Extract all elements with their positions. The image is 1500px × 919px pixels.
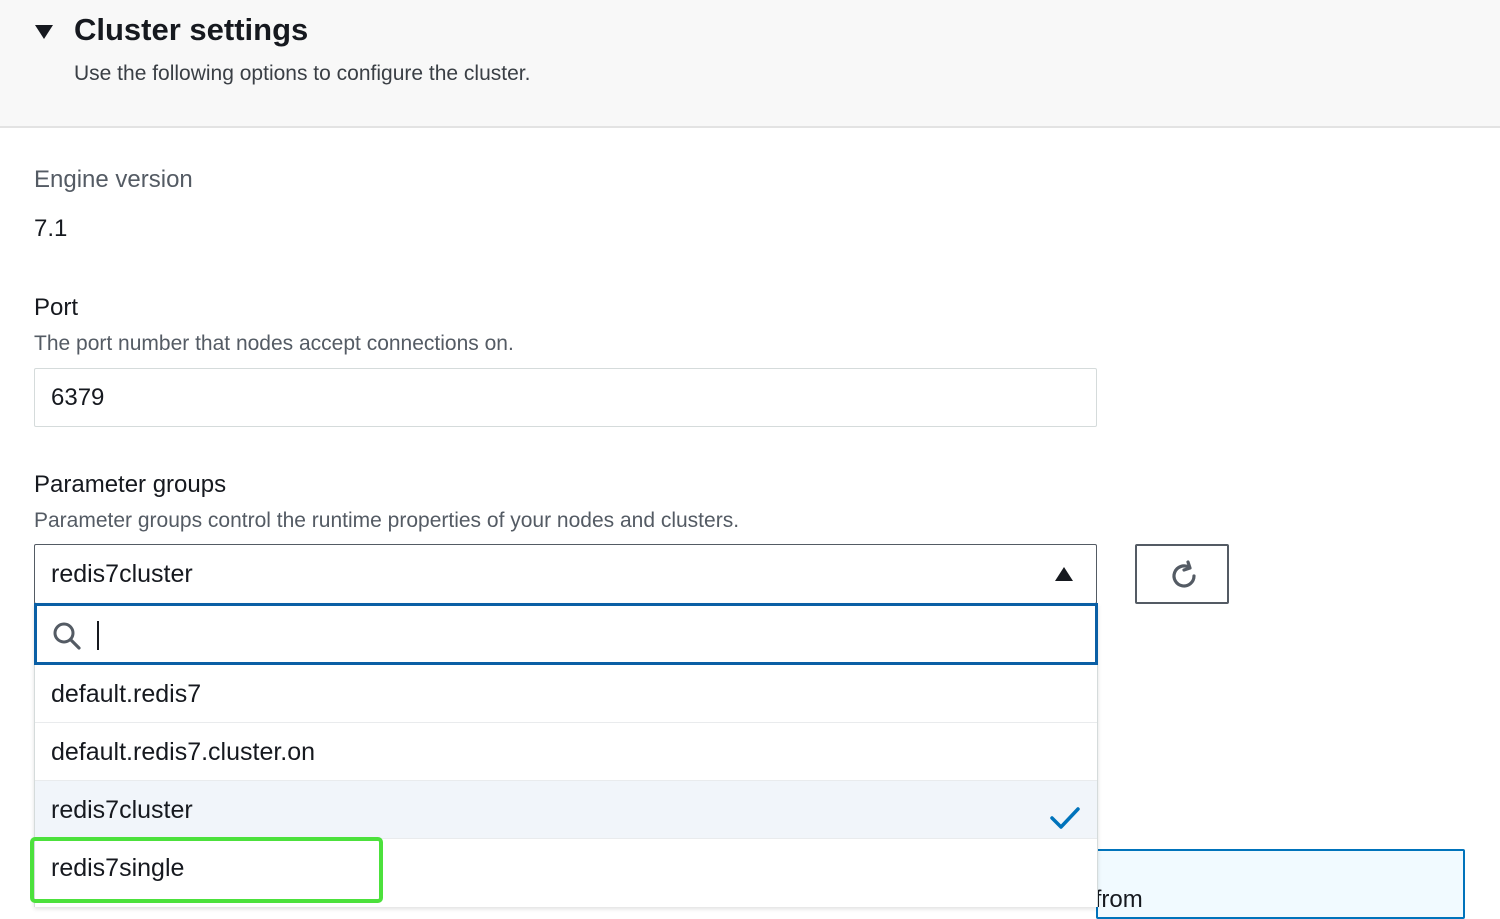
caret-up-icon	[1054, 566, 1074, 582]
engine-version-value: 7.1	[34, 215, 68, 242]
option-label: default.redis7	[51, 680, 202, 708]
parameter-groups-label: Parameter groups	[34, 471, 227, 498]
section-title: Cluster settings	[74, 12, 309, 47]
option-label: redis7cluster	[51, 796, 193, 824]
dropdown-search-input[interactable]	[34, 603, 1098, 665]
refresh-icon	[1172, 560, 1196, 588]
info-alert	[1096, 849, 1465, 919]
option-label: default.redis7.cluster.on	[51, 738, 316, 766]
parameter-group-selected-value: redis7cluster	[51, 560, 193, 588]
section-header: Cluster settings Use the following optio…	[0, 0, 1500, 128]
caret-down-icon[interactable]	[34, 22, 54, 42]
refresh-button[interactable]	[1135, 544, 1229, 604]
dropdown-option[interactable]: default.redis7	[35, 665, 1097, 723]
option-label: redis7single	[51, 854, 185, 882]
search-icon	[51, 620, 83, 657]
port-hint: The port number that nodes accept connec…	[34, 332, 514, 355]
dropdown-option-selected[interactable]: redis7cluster	[35, 781, 1097, 839]
text-cursor	[97, 621, 99, 650]
port-label: Port	[34, 294, 79, 321]
port-input[interactable]: 6379	[34, 368, 1097, 427]
parameter-group-select[interactable]: redis7cluster	[34, 544, 1097, 604]
dropdown-option[interactable]: redis7single	[35, 839, 1097, 897]
parameter-groups-hint: Parameter groups control the runtime pro…	[34, 509, 740, 532]
dropdown-option[interactable]: default.redis7.cluster.on	[35, 723, 1097, 781]
section-description: Use the following options to configure t…	[74, 62, 531, 85]
parameter-group-dropdown: default.redis7 default.redis7.cluster.on…	[34, 603, 1098, 907]
engine-version-label: Engine version	[34, 166, 193, 193]
